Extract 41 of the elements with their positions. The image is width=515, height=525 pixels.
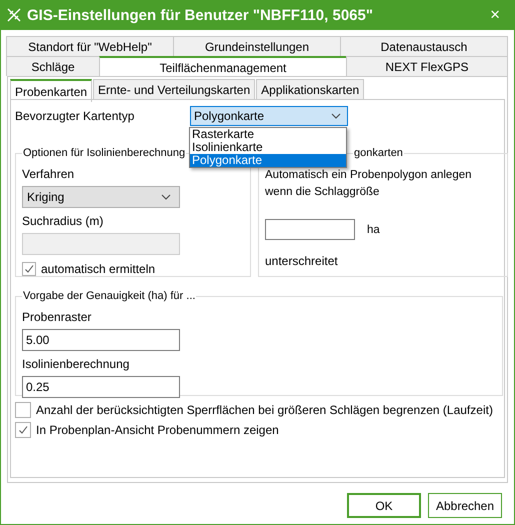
field-label: unterschreitet <box>265 254 339 268</box>
checkmark-icon <box>24 264 34 274</box>
input-field[interactable]: 0.25 <box>22 376 180 398</box>
input-field[interactable]: 5.00 <box>22 329 180 351</box>
tab[interactable]: Standort für "WebHelp" <box>6 36 174 56</box>
dropdown-option[interactable]: Isolinienkarte <box>190 141 346 154</box>
group-title: Optionen für Isolinienberechnung <box>22 147 186 159</box>
tab[interactable]: Schläge <box>6 56 100 76</box>
map-type-dropdown[interactable]: Polygonkarte <box>190 106 348 126</box>
field-label: Suchradius (m) <box>22 214 104 228</box>
tab[interactable]: NEXT FlexGPS <box>346 56 508 76</box>
tab[interactable]: Datenaustausch <box>340 36 508 56</box>
dropdown-option[interactable]: Polygonkarte <box>190 154 346 167</box>
field-label: Isolinienberechnung <box>22 357 130 371</box>
chevron-down-icon <box>331 113 341 119</box>
checkbox[interactable] <box>22 262 36 276</box>
dialog-button[interactable]: Abbrechen <box>428 493 502 518</box>
dropdown-option[interactable]: Rasterkarte <box>190 128 346 141</box>
tab[interactable]: Probenkarten <box>10 79 92 102</box>
input-field[interactable] <box>265 219 355 240</box>
checkbox[interactable] <box>15 422 31 438</box>
field-label: Verfahren <box>22 167 76 181</box>
field-label: Probenraster <box>22 310 92 324</box>
dialog-button[interactable]: OK <box>347 493 421 518</box>
chevron-down-icon <box>161 194 171 200</box>
checkmark-icon <box>18 425 28 435</box>
group-title: Vorgabe der Genauigkeit (ha) für ... <box>22 290 196 302</box>
group-title: gonkarten <box>353 147 404 159</box>
tab[interactable]: Grundeinstellungen <box>173 36 341 56</box>
unit-label: ha <box>367 224 380 236</box>
method-dropdown[interactable]: Kriging <box>22 186 180 208</box>
window-title: GIS-Einstellungen für Benutzer "NBFF110, 5065" <box>27 6 374 24</box>
description-text: Automatisch ein Probenpolygon anlegen wenn die Schlaggröße <box>265 168 473 200</box>
checkbox-label: In Probenplan-Ansicht Probenummern zeigen <box>36 423 279 437</box>
checkbox-label: automatisch ermitteln <box>41 262 156 276</box>
tab[interactable]: Applikationskarten <box>256 79 364 99</box>
checkbox[interactable] <box>15 402 31 418</box>
tab[interactable]: Ernte- und Verteilungskarten <box>93 79 256 99</box>
checkbox-label: Anzahl der berücksichtigten Sperrflächen bei größeren Schlägen begrenzen (Laufzeit) <box>36 403 493 417</box>
field-label: Bevorzugter Kartentyp <box>15 109 136 123</box>
tab[interactable]: Teilflächenmanagement <box>99 56 347 77</box>
